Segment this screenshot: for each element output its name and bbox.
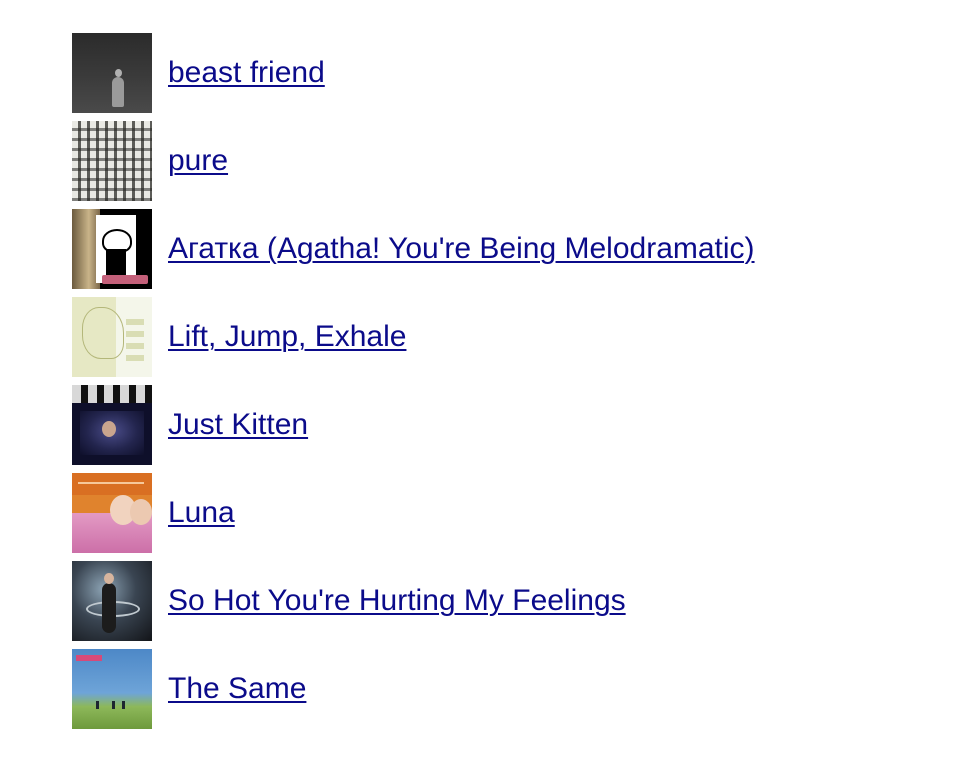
cover-person	[122, 701, 125, 709]
list-item: Агатка (Agatha! You're Being Melodramati…	[72, 209, 755, 289]
list-item: The Same	[72, 649, 755, 729]
track-link-beast-friend[interactable]: beast friend	[168, 56, 325, 90]
album-cover-the-same[interactable]	[72, 649, 152, 729]
list-item: Lift, Jump, Exhale	[72, 297, 755, 377]
list-item: So Hot You're Hurting My Feelings	[72, 561, 755, 641]
track-link-agatka[interactable]: Агатка (Agatha! You're Being Melodramati…	[168, 232, 755, 266]
album-cover-lift-jump-exhale[interactable]	[72, 297, 152, 377]
album-cover-just-kitten[interactable]	[72, 385, 152, 465]
track-link-so-hot[interactable]: So Hot You're Hurting My Feelings	[168, 584, 626, 618]
cover-strip	[72, 385, 152, 403]
album-cover-beast-friend[interactable]	[72, 33, 152, 113]
album-cover-so-hot[interactable]	[72, 561, 152, 641]
album-cover-pure[interactable]	[72, 121, 152, 201]
track-list: beast friend pure Агатка (Agatha! You're…	[72, 33, 755, 737]
track-link-lift-jump-exhale[interactable]: Lift, Jump, Exhale	[168, 320, 406, 354]
album-cover-agatka[interactable]	[72, 209, 152, 289]
track-link-luna[interactable]: Luna	[168, 496, 235, 530]
cover-person	[112, 701, 115, 709]
cover-face	[102, 421, 116, 437]
cover-figure	[112, 69, 124, 107]
list-item: pure	[72, 121, 755, 201]
cover-person	[102, 573, 116, 633]
list-item: beast friend	[72, 33, 755, 113]
cover-person	[96, 701, 99, 709]
track-link-pure[interactable]: pure	[168, 144, 228, 178]
track-link-the-same[interactable]: The Same	[168, 672, 306, 706]
list-item: Just Kitten	[72, 385, 755, 465]
cover-band	[72, 473, 152, 495]
album-cover-luna[interactable]	[72, 473, 152, 553]
cover-tag	[102, 275, 148, 284]
list-item: Luna	[72, 473, 755, 553]
track-link-just-kitten[interactable]: Just Kitten	[168, 408, 308, 442]
cover-logo	[76, 655, 102, 661]
cover-face	[130, 499, 152, 525]
